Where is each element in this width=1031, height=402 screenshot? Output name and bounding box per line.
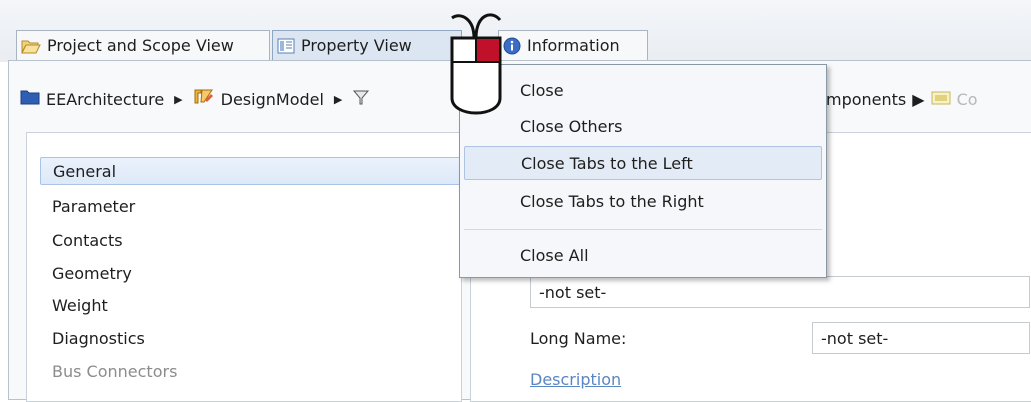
menu-separator	[464, 229, 822, 230]
tab-label: Property View	[301, 36, 412, 55]
sidebar-item-label: General	[53, 161, 117, 181]
sidebar-item-geometry[interactable]: Geometry	[40, 259, 468, 287]
breadcrumb: EEArchitecture ▶ DesignModel ▶	[20, 84, 370, 114]
ee-architecture-icon	[20, 89, 40, 109]
long-name-label: Long Name:	[530, 329, 627, 348]
long-name-field-value: -not set-	[821, 328, 889, 348]
sidebar-item-label: Bus Connectors	[52, 361, 178, 381]
menu-item-label: Close Others	[520, 116, 623, 136]
breadcrumb-arrow-icon: ▶	[912, 89, 925, 109]
breadcrumb-arrow-icon: ▶	[333, 92, 343, 106]
name-field-value: -not set-	[539, 282, 607, 302]
breadcrumb-item-eearchitecture[interactable]: EEArchitecture	[46, 90, 164, 109]
package-icon	[352, 88, 370, 110]
sidebar-item-label: Parameter	[52, 196, 136, 216]
long-name-field[interactable]: -not set-	[812, 322, 1030, 354]
mouse-right-click-icon	[430, 4, 520, 138]
design-model-icon	[193, 86, 215, 112]
menu-item-label: Close Tabs to the Right	[520, 191, 704, 211]
sidebar-item-weight[interactable]: Weight	[40, 291, 468, 319]
description-link[interactable]: Description	[530, 370, 621, 389]
property-view-icon	[277, 38, 295, 54]
breadcrumb-item-designmodel[interactable]: DesignModel	[221, 90, 324, 109]
menu-item-close-all[interactable]: Close All	[464, 238, 822, 272]
menu-item-close-tabs-right[interactable]: Close Tabs to the Right	[464, 184, 822, 218]
menu-item-label: Close Tabs to the Left	[521, 153, 693, 173]
tab-information[interactable]: Information	[498, 30, 648, 60]
menu-item-label: Close	[520, 80, 564, 100]
tab-project-and-scope-view[interactable]: Project and Scope View	[16, 30, 270, 60]
sidebar-item-label: Geometry	[52, 263, 132, 283]
breadcrumb-arrow-icon: ▶	[174, 92, 183, 106]
folder-open-icon	[21, 38, 41, 54]
sidebar-item-diagnostics[interactable]: Diagnostics	[40, 324, 468, 352]
sidebar-item-bus-connectors[interactable]: Bus Connectors	[40, 357, 468, 385]
menu-item-close-tabs-left[interactable]: Close Tabs to the Left	[464, 146, 822, 180]
breadcrumb-item-co[interactable]: Co	[957, 90, 978, 109]
sidebar-item-contacts[interactable]: Contacts	[40, 226, 468, 254]
sidebar-item-general[interactable]: General	[40, 157, 468, 185]
sidebar-item-label: Weight	[52, 295, 108, 315]
sidebar-item-label: Contacts	[52, 230, 123, 250]
name-field[interactable]: -not set-	[530, 276, 1030, 308]
breadcrumb-trailing: mponents ▶ Co	[826, 84, 978, 114]
menu-item-label: Close All	[520, 245, 589, 265]
sidebar-item-parameter[interactable]: Parameter	[40, 192, 468, 220]
breadcrumb-item-components[interactable]: mponents	[826, 90, 906, 109]
tab-label: Project and Scope View	[47, 36, 234, 55]
tab-label: Information	[527, 36, 620, 55]
sidebar-item-label: Diagnostics	[52, 328, 145, 348]
component-icon	[931, 90, 951, 109]
